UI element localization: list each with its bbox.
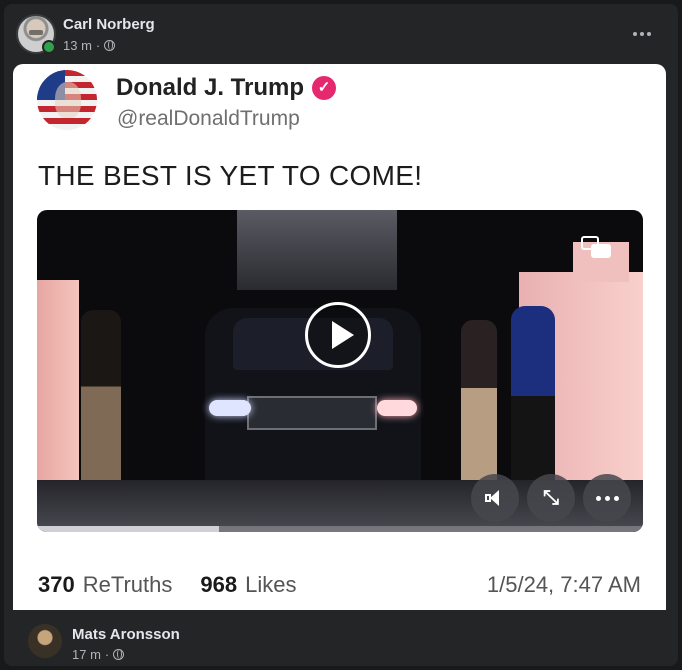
- video-frame-grille: [247, 396, 377, 430]
- retruths-label: ReTruths: [82, 572, 173, 597]
- meta-separator: ·: [104, 647, 110, 662]
- shared-truth-image[interactable]: Donald J. Trump ✓ @realDonaldTrump THE B…: [13, 64, 666, 610]
- author-avatar[interactable]: [16, 14, 56, 54]
- likes-label: Likes: [245, 572, 297, 597]
- video-more-options-button[interactable]: [583, 474, 631, 522]
- video-frame-sky: [237, 210, 397, 290]
- comment-item: Mats Aronsson 17 m ·: [28, 622, 658, 668]
- video-frame-person: [461, 320, 497, 490]
- globe-icon: [104, 40, 116, 51]
- post-meta: 13 m ·: [63, 38, 116, 53]
- more-horizontal-icon: [633, 32, 637, 36]
- play-icon[interactable]: [305, 302, 371, 368]
- video-frame-headlight: [209, 400, 251, 416]
- truth-date: 1/5/24, 7:47 AM: [486, 572, 641, 597]
- more-options-icon: [595, 495, 601, 501]
- truth-author-name: Donald J. Trump: [116, 74, 305, 101]
- volume-button[interactable]: [471, 474, 519, 522]
- comment-meta: 17 m ·: [72, 647, 125, 662]
- comment-time[interactable]: 17 m: [72, 647, 101, 662]
- video-frame-pillar: [37, 280, 79, 480]
- truth-author-handle: @realDonaldTrump: [117, 107, 300, 130]
- online-status-icon: [42, 40, 56, 54]
- globe-icon: [113, 649, 125, 660]
- post-card: Carl Norberg 13 m · Donald J. Trump ✓ @r…: [4, 4, 678, 666]
- volume-icon: [485, 489, 505, 507]
- video-player[interactable]: ⤡: [37, 210, 643, 532]
- video-progress-fill: [37, 526, 219, 532]
- likes-count: 968: [200, 572, 238, 597]
- avatar-glasses: [29, 30, 43, 35]
- author-name[interactable]: Carl Norberg: [63, 16, 155, 33]
- truth-author-name-row: Donald J. Trump ✓: [116, 74, 337, 102]
- post-time[interactable]: 13 m: [63, 38, 92, 53]
- picture-in-picture-icon[interactable]: [581, 236, 611, 260]
- truth-text: THE BEST IS YET TO COME!: [38, 160, 423, 191]
- post-header: Carl Norberg 13 m ·: [16, 14, 666, 58]
- retruths-count: 370: [38, 572, 75, 597]
- verified-badge-icon: ✓: [312, 76, 337, 100]
- fullscreen-button[interactable]: ⤡: [527, 474, 575, 522]
- fullscreen-icon: ⤡: [543, 487, 559, 509]
- video-frame-headlight: [377, 400, 417, 416]
- meta-separator: ·: [95, 38, 101, 53]
- truth-author-avatar: [37, 70, 97, 130]
- commenter-name[interactable]: Mats Aronsson: [72, 626, 180, 643]
- more-options-button[interactable]: [628, 22, 656, 46]
- truth-stats: 370 ReTruths 968 Likes: [38, 572, 296, 598]
- video-progress-bar[interactable]: [37, 526, 643, 532]
- commenter-avatar[interactable]: [28, 624, 62, 658]
- video-frame-person: [81, 310, 121, 480]
